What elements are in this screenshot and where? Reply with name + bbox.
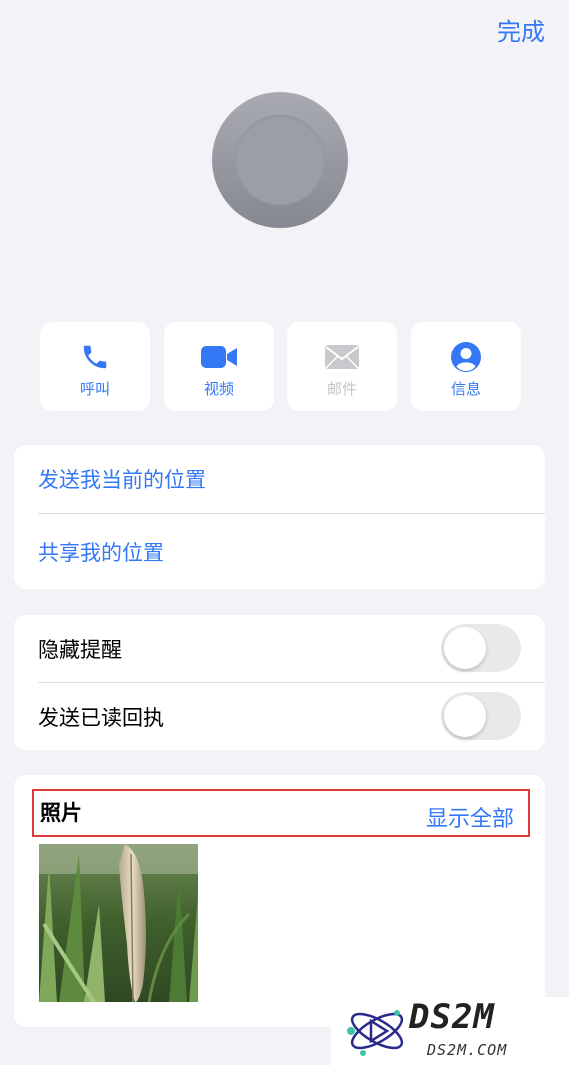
share-location-label: 共享我的位置: [38, 540, 164, 565]
contact-avatar: [212, 92, 348, 228]
mail-icon: [324, 340, 360, 374]
toggle-knob: [444, 695, 486, 737]
location-card: 发送我当前的位置 共享我的位置: [14, 445, 545, 589]
settings-card: 隐藏提醒 发送已读回执: [14, 615, 545, 750]
call-label: 呼叫: [79, 380, 110, 398]
video-icon: [200, 340, 238, 374]
phone-icon: [80, 340, 110, 374]
mail-button[interactable]: 邮件: [287, 322, 397, 411]
avatar-inner-circle: [235, 115, 325, 205]
photos-card: 照片 显示全部: [14, 775, 545, 1027]
watermark-title: DS2M: [409, 997, 495, 1037]
share-location-row[interactable]: 共享我的位置: [38, 514, 545, 589]
person-info-icon: [450, 340, 482, 374]
info-label: 信息: [450, 380, 481, 398]
video-label: 视频: [203, 380, 234, 398]
video-button[interactable]: 视频: [164, 322, 274, 411]
call-button[interactable]: 呼叫: [40, 322, 150, 411]
send-location-row[interactable]: 发送我当前的位置: [38, 445, 545, 513]
watermark: DS2M DS2M.COM: [331, 997, 569, 1065]
watermark-url: DS2M.COM: [427, 1041, 508, 1059]
toggle-knob: [444, 627, 486, 669]
show-all-link[interactable]: 显示全部: [426, 801, 514, 833]
info-button[interactable]: 信息: [411, 322, 521, 411]
hide-alerts-label: 隐藏提醒: [38, 637, 122, 662]
send-location-label: 发送我当前的位置: [38, 468, 206, 492]
mail-label: 邮件: [326, 380, 357, 398]
read-receipts-label: 发送已读回执: [38, 705, 164, 730]
photo-thumbnail[interactable]: [39, 844, 198, 1002]
hide-alerts-toggle[interactable]: [441, 624, 521, 672]
atom-logo-icon: [347, 1010, 404, 1056]
done-button[interactable]: 完成: [497, 12, 545, 47]
read-receipts-toggle[interactable]: [441, 692, 521, 740]
photos-header: 照片 显示全部: [32, 789, 530, 837]
photos-title: 照片: [40, 801, 82, 825]
